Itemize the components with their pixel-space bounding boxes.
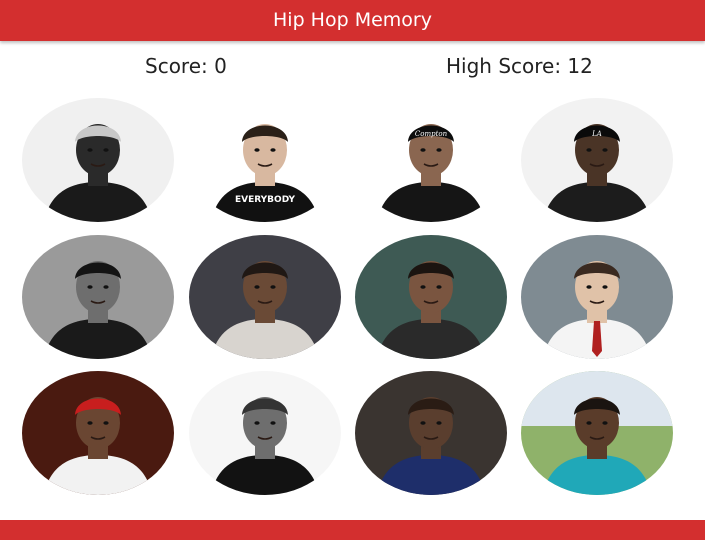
card-10[interactable] [189,371,341,495]
card-5[interactable] [22,235,174,359]
portrait-la-cap-icon: LA [521,98,673,222]
portrait-red-cap-icon [22,371,174,495]
portrait-dreads-icon [355,235,507,359]
card-2[interactable]: EVERYBODY [189,98,341,222]
portrait-portrait-icon [189,235,341,359]
portrait-crown-icon [22,98,174,222]
portrait-everybody-icon: EVERYBODY [189,98,341,222]
portrait-outdoor-icon [521,371,673,495]
portrait-backwards-cap-icon [22,235,174,359]
app-title: Hip Hop Memory [273,9,432,31]
card-6[interactable] [189,235,341,359]
portrait-black-tee-icon [189,371,341,495]
card-3[interactable]: Compton [355,98,507,222]
portrait-compton-cap-icon: Compton [355,98,507,222]
scoreboard: Score: 0 High Score: 12 [0,54,705,84]
card-9[interactable] [22,371,174,495]
svg-text:Compton: Compton [415,130,448,138]
card-7[interactable] [355,235,507,359]
card-1[interactable] [22,98,174,222]
svg-text:EVERYBODY: EVERYBODY [235,195,296,205]
card-12[interactable] [521,371,673,495]
app-footer [0,520,705,540]
high-score-label: High Score: 12 [446,54,593,78]
card-8[interactable] [521,235,673,359]
card-11[interactable] [355,371,507,495]
svg-text:LA: LA [591,130,602,138]
portrait-white-shirt-icon [521,235,673,359]
card-4[interactable]: LA [521,98,673,222]
portrait-plaid-shirt-icon [355,371,507,495]
app-header: Hip Hop Memory [0,0,705,41]
score-label: Score: 0 [145,54,227,78]
